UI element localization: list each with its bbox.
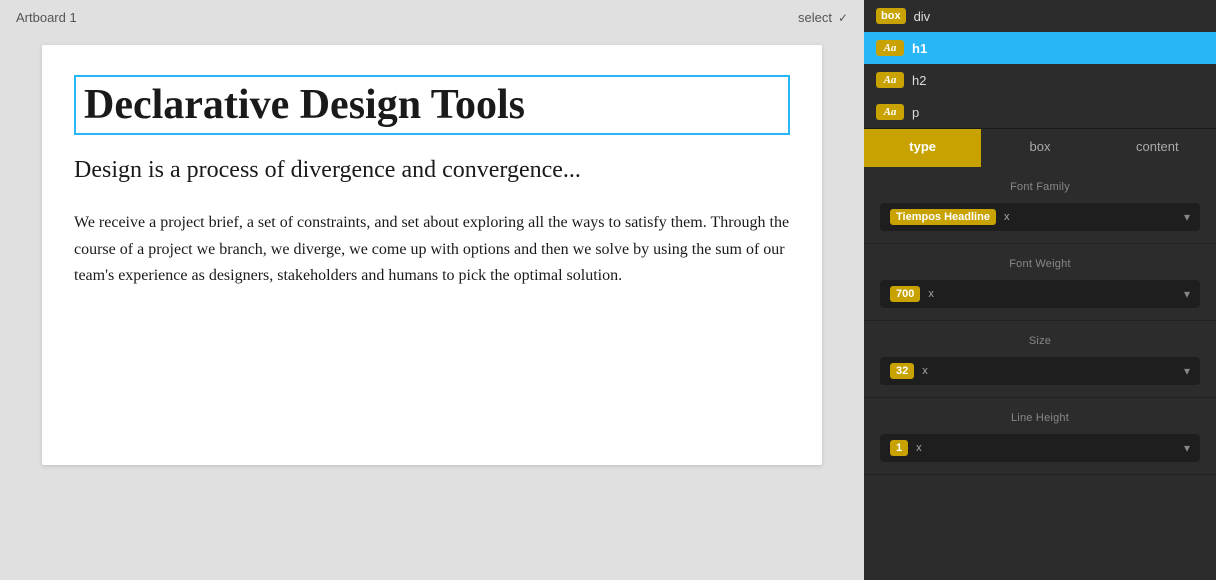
element-tree: box div Aa h1 Aa h2 Aa p	[864, 0, 1216, 129]
select-label: select	[798, 10, 832, 25]
tab-box[interactable]: box	[981, 129, 1098, 167]
artboard-wrapper: Declarative Design Tools Design is a pro…	[0, 35, 864, 580]
chevron-font-family-icon: ▾	[1184, 210, 1190, 224]
label-h1: h1	[912, 41, 927, 56]
badge-aa-p: Aa	[876, 104, 904, 120]
control-font-family[interactable]: Tiempos Headline x ▾	[880, 203, 1200, 231]
element-row-h1[interactable]: Aa h1	[864, 32, 1216, 64]
artboard[interactable]: Declarative Design Tools Design is a pro…	[42, 45, 822, 465]
panel-tabs: type box content	[864, 129, 1216, 167]
element-row-p[interactable]: Aa p	[864, 96, 1216, 128]
select-tool[interactable]: select ✓	[798, 10, 848, 25]
section-font-family: Font Family Tiempos Headline x ▾	[864, 167, 1216, 244]
tag-1: 1	[890, 440, 908, 456]
canvas-toolbar: Artboard 1 select ✓	[0, 0, 864, 35]
section-size: Size 32 x ▾	[864, 321, 1216, 398]
chevron-line-height-icon: ▾	[1184, 441, 1190, 455]
control-line-height[interactable]: 1 x ▾	[880, 434, 1200, 462]
label-line-height: Line Height	[880, 412, 1200, 424]
label-p: p	[912, 105, 919, 120]
clear-font-weight-button[interactable]: x	[926, 288, 936, 300]
properties-panel: box div Aa h1 Aa h2 Aa p type box conten…	[864, 0, 1216, 580]
checkmark-icon: ✓	[838, 11, 848, 25]
element-row-h2[interactable]: Aa h2	[864, 64, 1216, 96]
clear-line-height-button[interactable]: x	[914, 442, 924, 454]
label-h2: h2	[912, 73, 926, 88]
label-div: div	[914, 9, 931, 24]
tab-type[interactable]: type	[864, 129, 981, 167]
control-size[interactable]: 32 x ▾	[880, 357, 1200, 385]
artboard-h2[interactable]: Design is a process of divergence and co…	[74, 155, 790, 186]
panel-content: Font Family Tiempos Headline x ▾ Font We…	[864, 167, 1216, 475]
clear-size-button[interactable]: x	[920, 365, 930, 377]
chevron-font-weight-icon: ▾	[1184, 287, 1190, 301]
canvas-area: Artboard 1 select ✓ Declarative Design T…	[0, 0, 864, 580]
label-size: Size	[880, 335, 1200, 347]
section-font-weight: Font Weight 700 x ▾	[864, 244, 1216, 321]
app-container: Artboard 1 select ✓ Declarative Design T…	[0, 0, 1216, 580]
tab-content[interactable]: content	[1099, 129, 1216, 167]
tag-700: 700	[890, 286, 920, 302]
badge-aa-h2: Aa	[876, 72, 904, 88]
section-line-height: Line Height 1 x ▾	[864, 398, 1216, 475]
artboard-p[interactable]: We receive a project brief, a set of con…	[74, 210, 790, 289]
artboard-label: Artboard 1	[16, 10, 77, 25]
badge-box: box	[876, 8, 906, 24]
tag-32: 32	[890, 363, 914, 379]
label-font-family: Font Family	[880, 181, 1200, 193]
tag-tiempos: Tiempos Headline	[890, 209, 996, 225]
chevron-size-icon: ▾	[1184, 364, 1190, 378]
label-font-weight: Font Weight	[880, 258, 1200, 270]
element-row-div[interactable]: box div	[864, 0, 1216, 32]
artboard-h1[interactable]: Declarative Design Tools	[74, 75, 790, 135]
clear-font-family-button[interactable]: x	[1002, 211, 1012, 223]
badge-aa-h1: Aa	[876, 40, 904, 56]
control-font-weight[interactable]: 700 x ▾	[880, 280, 1200, 308]
